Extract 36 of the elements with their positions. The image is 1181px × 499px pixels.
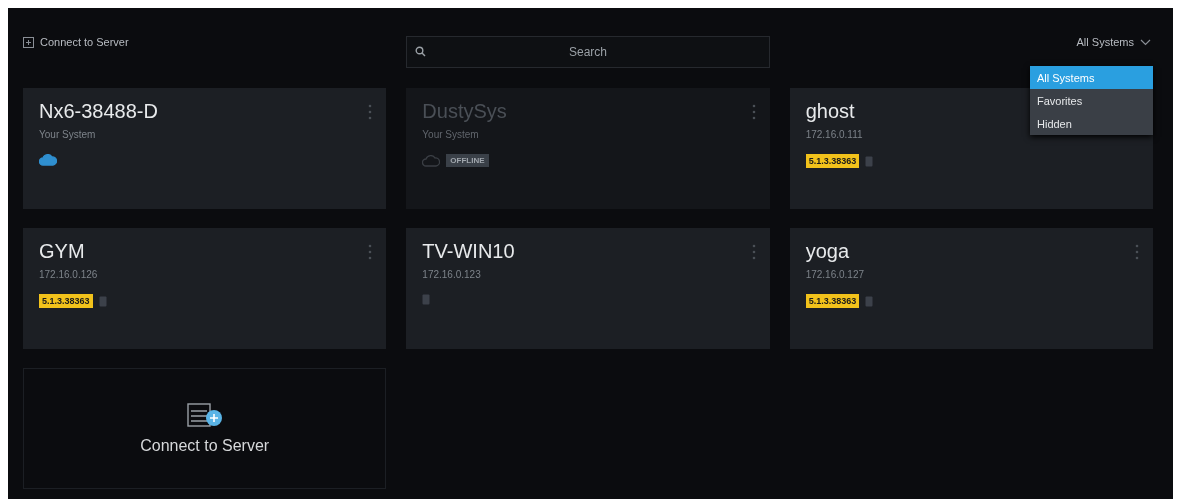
- cloud-icon: [39, 154, 57, 166]
- system-name: yoga: [805, 240, 850, 263]
- device-icon: [98, 295, 107, 307]
- version-badge: 5.1.3.38363: [805, 294, 860, 308]
- system-card[interactable]: TV-WIN10 172.16.0.123: [406, 228, 770, 349]
- status-badge: OFFLINE: [446, 154, 489, 167]
- system-subtitle: 172.16.0.126: [39, 269, 98, 280]
- system-name: DustySys: [422, 100, 507, 123]
- system-subtitle: Your System: [39, 129, 96, 140]
- system-name: Nx6-38488-D: [39, 100, 158, 123]
- filter-option[interactable]: Hidden: [1030, 112, 1153, 135]
- version-badge: 5.1.3.38363: [39, 294, 93, 308]
- filter-option[interactable]: Favorites: [1030, 89, 1153, 112]
- device-icon: [865, 155, 874, 167]
- device-icon: [865, 295, 874, 307]
- system-subtitle: 172.16.0.127: [805, 269, 865, 280]
- system-card[interactable]: DustySys Your System OFFLINE: [406, 88, 770, 209]
- system-card[interactable]: yoga 172.16.0.127 5.1.3.38363: [789, 228, 1153, 349]
- version-badge: 5.1.3.38363: [805, 154, 860, 168]
- system-name: TV-WIN10: [422, 240, 515, 263]
- system-filter-dropdown[interactable]: All Systems: [1076, 36, 1151, 48]
- search-icon: [415, 46, 427, 57]
- system-subtitle: Your System: [422, 129, 479, 140]
- system-name: GYM: [39, 240, 85, 263]
- plus-box-icon: [23, 36, 34, 48]
- system-name: ghost: [805, 100, 855, 123]
- server-add-icon: [186, 402, 223, 429]
- system-subtitle: 172.16.0.123: [422, 269, 481, 280]
- connect-to-server-tile[interactable]: Connect to Server: [23, 368, 387, 489]
- search-field[interactable]: Search: [406, 36, 770, 68]
- system-card[interactable]: Nx6-38488-D Your System: [23, 88, 387, 209]
- device-icon: [422, 294, 431, 305]
- connect-to-server-link[interactable]: Connect to Server: [23, 36, 129, 48]
- system-card[interactable]: GYM 172.16.0.126 5.1.3.38363: [23, 228, 387, 349]
- system-subtitle: 172.16.0.111: [805, 129, 863, 140]
- cloud-icon: [422, 154, 441, 167]
